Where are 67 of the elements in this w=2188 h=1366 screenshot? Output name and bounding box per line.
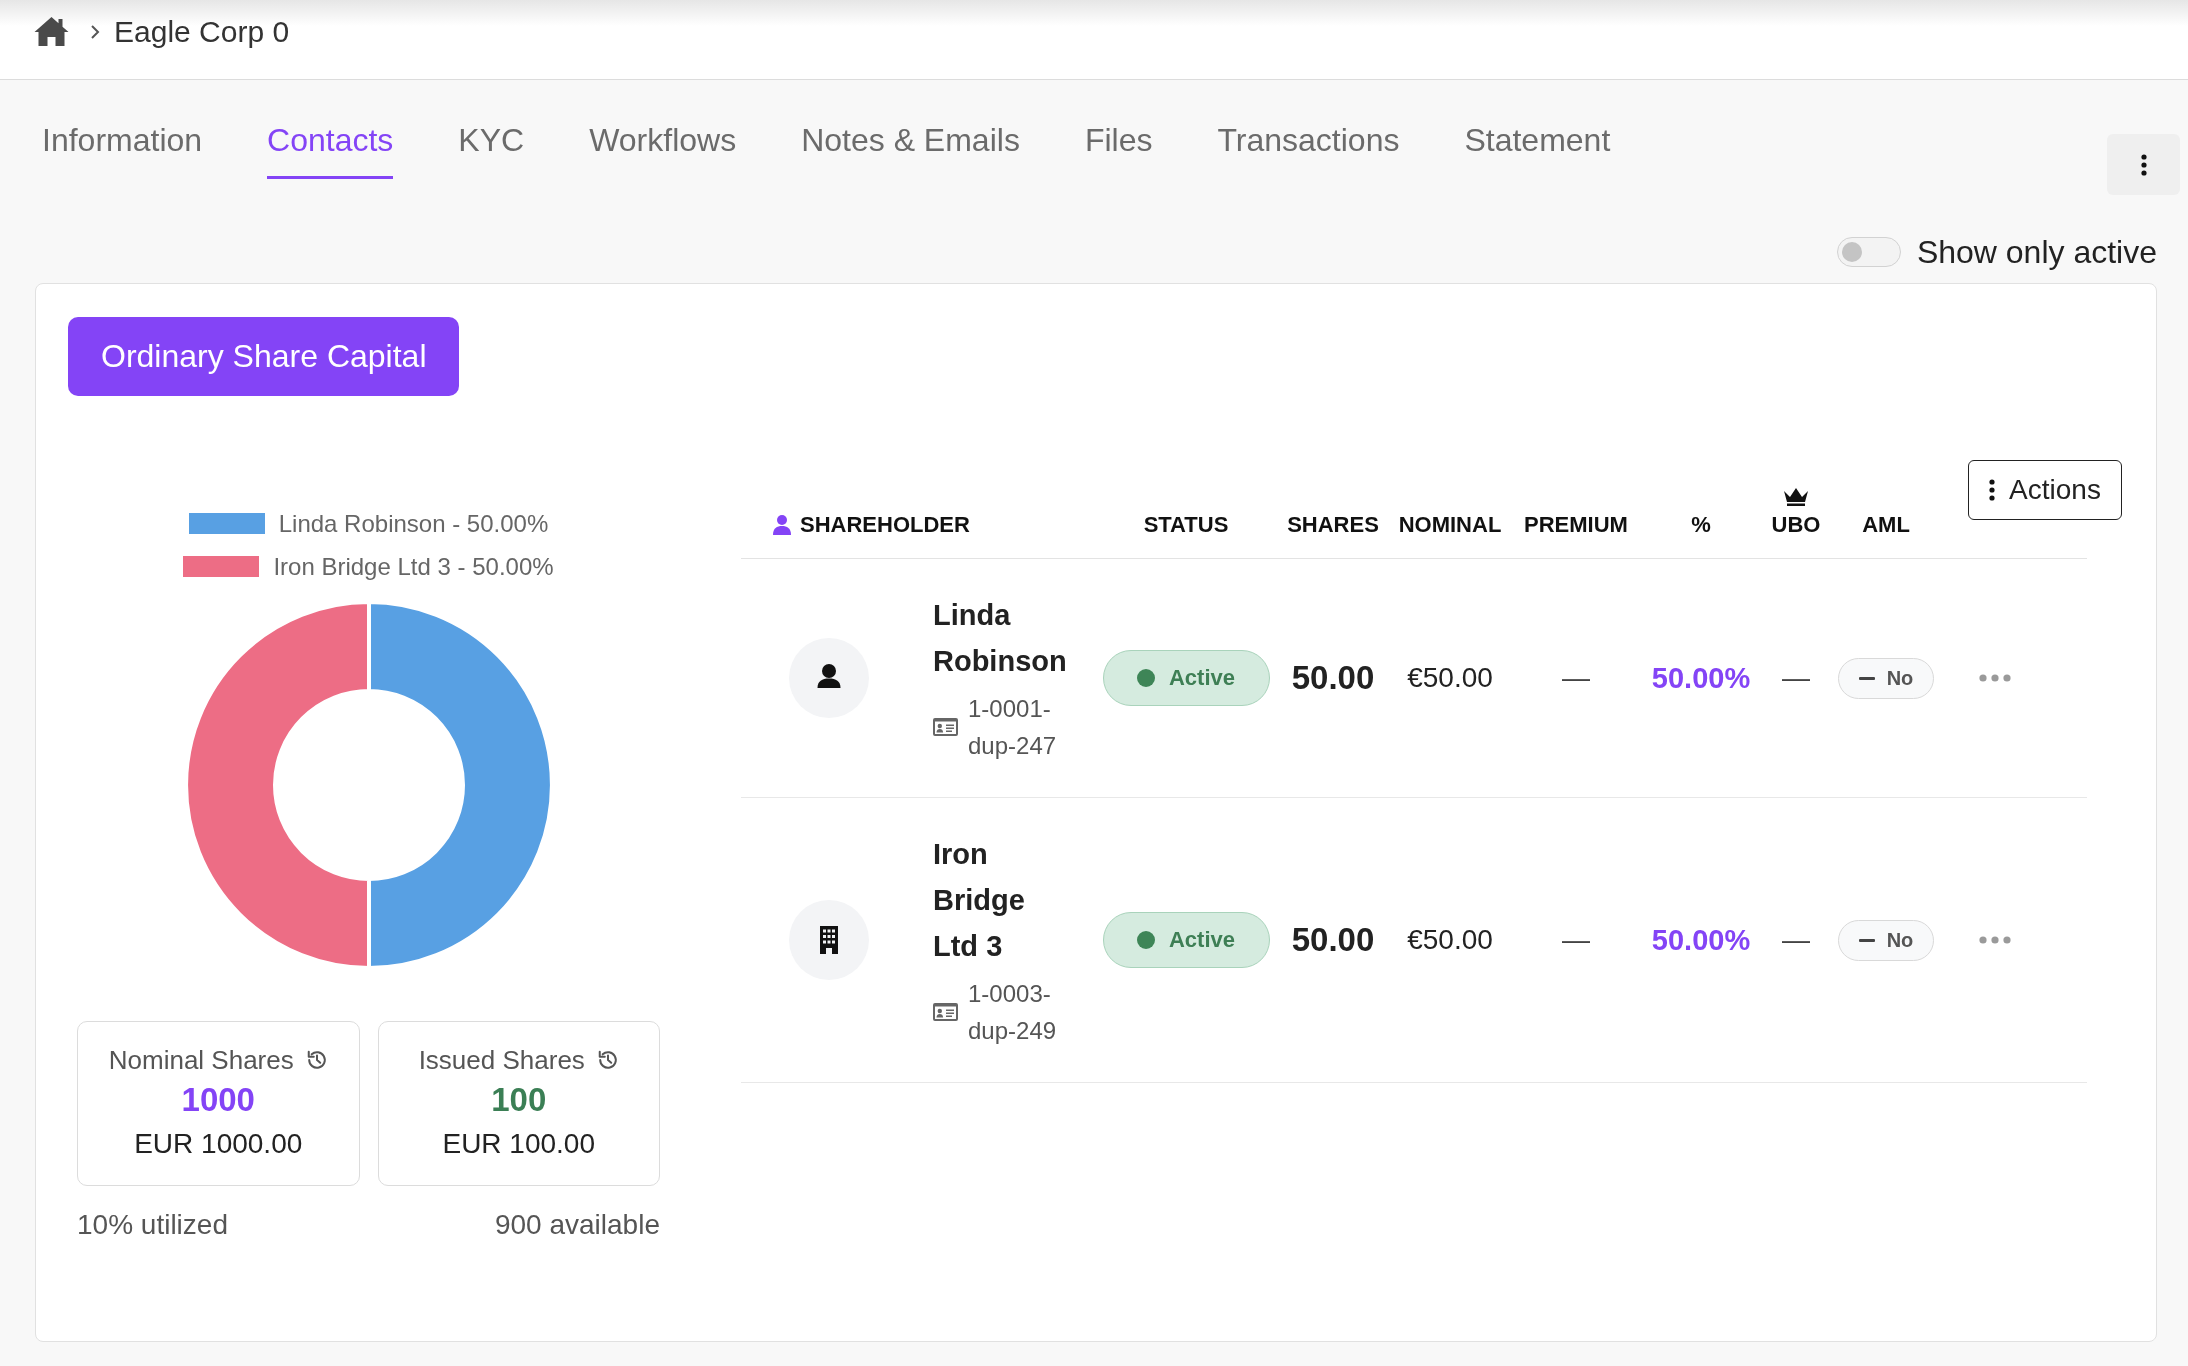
status-dot-icon (1136, 931, 1155, 949)
status-label: Active (1168, 665, 1235, 691)
tab[interactable]: Files (1084, 80, 1153, 179)
nominal-value: €50.00 (1407, 924, 1493, 956)
chevron-right-icon (90, 23, 100, 40)
percent-value: 50.00% (1651, 661, 1751, 695)
aml-label: No (1886, 666, 1914, 690)
column-header: SHARES (1287, 512, 1379, 538)
stat-amount: EUR 100.00 (442, 1127, 595, 1161)
minus-icon (1858, 676, 1875, 680)
history-icon[interactable] (305, 1049, 328, 1071)
column-header: AML (1862, 512, 1910, 538)
stat-value: 100 (491, 1080, 547, 1120)
reference-number: 1-0003-dup-249 (968, 979, 1058, 1046)
tab[interactable]: Workflows (589, 80, 737, 179)
breadcrumb-label: Eagle Corp 0 (114, 13, 290, 50)
nominal-value: €50.00 (1407, 662, 1493, 694)
id-card-icon (933, 718, 958, 736)
shareholder-name: Iron Bridge Ltd 3 (933, 837, 1026, 964)
aml-label: No (1886, 928, 1914, 952)
stat-title: Nominal Shares (108, 1044, 294, 1077)
status-label: Active (1168, 927, 1235, 953)
shares-value: 50.00 (1291, 921, 1375, 959)
building-icon (789, 900, 869, 980)
column-header: % (1691, 512, 1711, 538)
actions-button[interactable]: Actions (1968, 460, 2122, 520)
home-icon[interactable] (33, 16, 70, 47)
toggle-switch[interactable] (1836, 237, 1901, 267)
ubo-value: — (1782, 662, 1810, 694)
minus-icon (1858, 938, 1875, 942)
history-icon[interactable] (596, 1049, 619, 1071)
percent-value: 50.00% (1651, 923, 1751, 957)
status-dot-icon (1136, 669, 1155, 687)
ubo-value: — (1782, 924, 1810, 956)
shareholder-name: Linda Robinson (933, 598, 1068, 679)
stat-title: Issued Shares (418, 1044, 585, 1077)
tab[interactable]: Contacts (267, 80, 394, 179)
legend-label: Linda Robinson - 50.00% (278, 509, 549, 538)
person-icon (773, 515, 791, 535)
premium-value: — (1562, 662, 1590, 694)
tab[interactable]: Information (42, 80, 203, 179)
vertical-dots-icon (1989, 479, 1996, 501)
column-header: STATUS (1143, 512, 1229, 538)
premium-value: — (1562, 924, 1590, 956)
share-class-button[interactable]: Ordinary Share Capital (68, 317, 460, 396)
column-header: SHAREHOLDER (800, 512, 970, 538)
tab[interactable]: Notes & Emails (801, 80, 1020, 179)
available-text: 900 available (494, 1210, 660, 1240)
stat-value: 1000 (181, 1080, 255, 1120)
more-icon[interactable] (1979, 674, 2011, 682)
more-icon[interactable] (1979, 936, 2011, 944)
column-header: NOMINAL (1398, 512, 1502, 538)
vertical-dots-icon (2140, 153, 2147, 176)
tab[interactable]: KYC (458, 80, 525, 179)
column-header: UBO (1771, 512, 1821, 538)
utilized-text: 10% utilized (77, 1210, 228, 1240)
crown-icon (1783, 487, 1809, 506)
id-card-icon (933, 1003, 958, 1021)
column-header: PREMIUM (1524, 512, 1628, 538)
toggle-label: Show only active (1916, 235, 2157, 269)
stat-amount: EUR 1000.00 (134, 1127, 303, 1161)
person-icon (789, 638, 869, 718)
legend-label: Iron Bridge Ltd 3 - 50.00% (273, 552, 554, 581)
reference-number: 1-0001-dup-247 (968, 694, 1058, 761)
tab[interactable]: Transactions (1217, 80, 1400, 179)
shares-value: 50.00 (1291, 659, 1375, 697)
tab[interactable]: Statement (1464, 80, 1611, 179)
